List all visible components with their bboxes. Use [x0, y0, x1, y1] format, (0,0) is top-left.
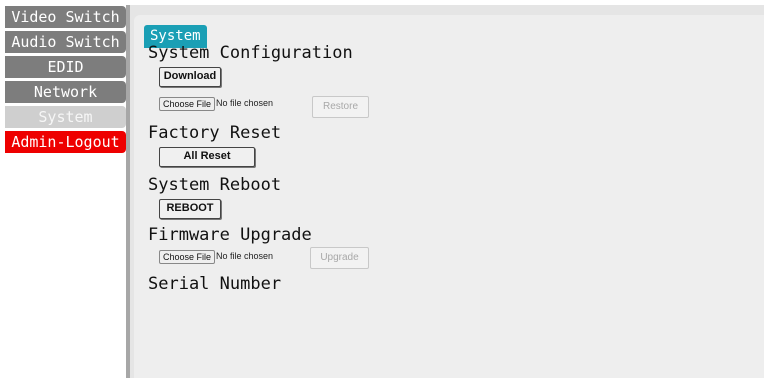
nav-admin-logout[interactable]: Admin-Logout	[5, 131, 126, 153]
config-choose-file-button[interactable]: Choose File	[159, 97, 216, 111]
nav-system[interactable]: System	[5, 106, 126, 128]
nav-video-switch[interactable]: Video Switch	[5, 6, 126, 28]
firmware-choose-file-button[interactable]: Choose File	[159, 250, 216, 264]
section-title-system-configuration: System Configuration	[148, 43, 353, 63]
nav-edid[interactable]: EDID	[5, 56, 126, 78]
main-area: System System Configuration Download Cho…	[130, 5, 764, 378]
restore-button[interactable]: Restore	[312, 96, 369, 118]
system-panel: System System Configuration Download Cho…	[134, 15, 764, 378]
firmware-file-status: No file chosen	[216, 251, 274, 261]
section-title-serial-number: Serial Number	[148, 274, 282, 294]
section-title-factory-reset: Factory Reset	[148, 123, 282, 143]
upgrade-button[interactable]: Upgrade	[310, 247, 369, 269]
all-reset-button[interactable]: All Reset	[159, 147, 255, 167]
nav-audio-switch[interactable]: Audio Switch	[5, 31, 126, 53]
section-title-firmware-upgrade: Firmware Upgrade	[148, 225, 312, 245]
reboot-button[interactable]: REBOOT	[159, 199, 221, 219]
download-button[interactable]: Download	[159, 67, 221, 87]
nav-network[interactable]: Network	[5, 81, 126, 103]
sidebar-nav: Video Switch Audio Switch EDID Network S…	[5, 6, 126, 156]
config-file-status: No file chosen	[216, 98, 274, 108]
section-title-system-reboot: System Reboot	[148, 175, 282, 195]
